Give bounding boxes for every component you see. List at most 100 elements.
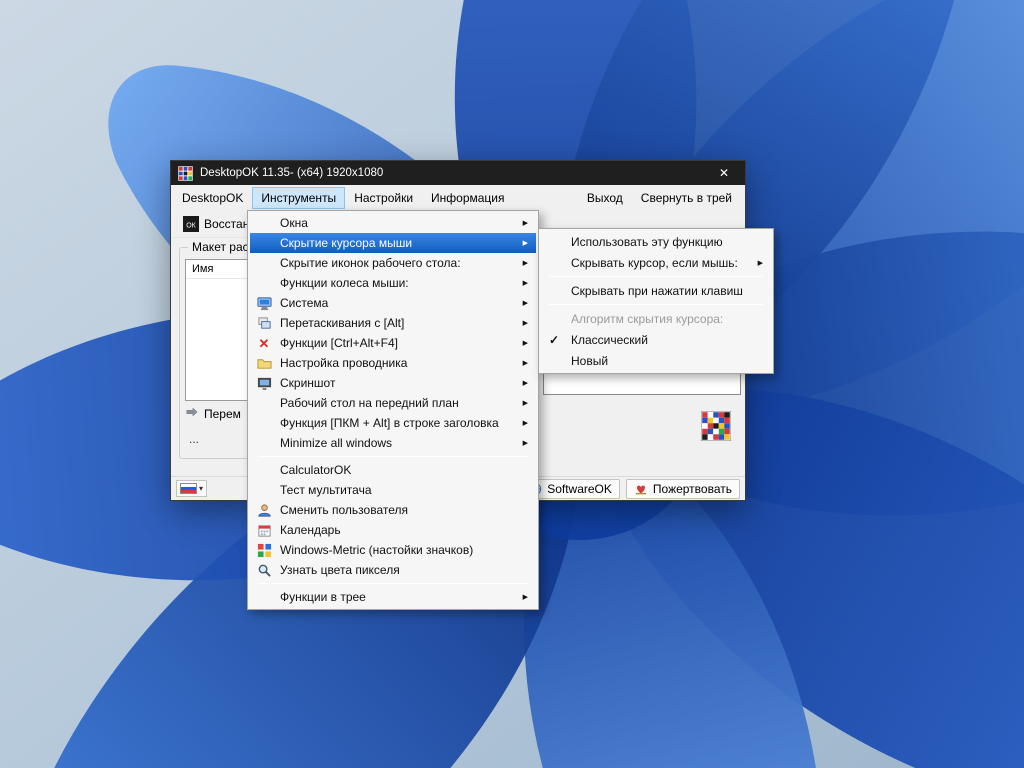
donate-button[interactable]: Пожертвовать bbox=[625, 478, 740, 499]
submenu-arrow-icon: ▶ bbox=[522, 220, 528, 227]
menubar-item-desktopok[interactable]: DesktopOK bbox=[173, 187, 252, 209]
submenu-arrow-icon: ▶ bbox=[522, 440, 528, 447]
menu-item-label: Функции [Ctrl+Alt+F4] bbox=[280, 336, 398, 350]
softwareok-label: SoftwareOK bbox=[547, 481, 612, 496]
submenu-item-use-function[interactable]: Использовать эту функцию bbox=[541, 231, 771, 252]
submenu-arrow-icon: ▶ bbox=[522, 300, 528, 307]
user-icon bbox=[256, 502, 272, 518]
menu-item-label: Скрывать при нажатии клавиш bbox=[571, 283, 743, 298]
menu-item-minimize-all[interactable]: Minimize all windows ▶ bbox=[250, 433, 536, 453]
menubar-item-exit[interactable]: Выход bbox=[578, 187, 632, 209]
checkmark-icon: ✓ bbox=[549, 332, 560, 347]
submenu-arrow-icon: ▶ bbox=[522, 380, 528, 387]
app-icon bbox=[177, 165, 194, 181]
donate-icon bbox=[634, 482, 648, 496]
menu-item-label: Windows-Metric (настойки значков) bbox=[280, 543, 474, 557]
menu-item-hide-desktop-icons[interactable]: Скрытие иконок рабочего стола: ▶ bbox=[250, 253, 536, 273]
menu-item-calendar[interactable]: Календарь bbox=[250, 520, 536, 540]
language-flag-icon bbox=[180, 483, 197, 494]
menu-item-explorer-settings[interactable]: Настройка проводника ▶ bbox=[250, 353, 536, 373]
menu-item-multitouch-test[interactable]: Тест мультитача bbox=[250, 480, 536, 500]
system-icon bbox=[256, 295, 272, 311]
menu-separator bbox=[258, 583, 528, 584]
menu-item-hide-cursor[interactable]: Скрытие курсора мыши ▶ bbox=[250, 233, 536, 253]
menubar-item-tools[interactable]: Инструменты bbox=[252, 186, 346, 209]
submenu-arrow-icon: ▶ bbox=[522, 360, 528, 367]
screenshot-icon bbox=[256, 375, 272, 391]
submenu-arrow-icon: ▶ bbox=[757, 259, 763, 267]
menu-item-ctrl-alt-f4[interactable]: ✕ Функции [Ctrl+Alt+F4] ▶ bbox=[250, 333, 536, 353]
menu-item-label: CalculatorOK bbox=[280, 463, 352, 477]
menu-item-label: Функции колеса мыши: bbox=[280, 276, 409, 290]
menu-item-drag-alt[interactable]: Перетаскивания с [Alt] ▶ bbox=[250, 313, 536, 333]
menu-item-windows-metric[interactable]: Windows-Metric (настойки значков) bbox=[250, 540, 536, 560]
menu-item-windows[interactable]: Окна ▶ bbox=[250, 213, 536, 233]
menu-item-calculatorok[interactable]: CalculatorOK bbox=[250, 460, 536, 480]
ellipsis-label: ... bbox=[189, 432, 200, 446]
explorer-icon bbox=[256, 355, 272, 371]
hide-cursor-submenu: Использовать эту функцию Скрывать курсор… bbox=[538, 228, 774, 374]
calendar-icon bbox=[256, 522, 272, 538]
submenu-arrow-icon: ▶ bbox=[522, 340, 528, 347]
submenu-item-classic[interactable]: ✓ Классический bbox=[541, 329, 771, 350]
menu-item-system[interactable]: Система ▶ bbox=[250, 293, 536, 313]
submenu-arrow-icon: ▶ bbox=[522, 594, 528, 601]
menubar: DesktopOK Инструменты Настройки Информац… bbox=[171, 185, 745, 210]
submenu-arrow-icon: ▶ bbox=[522, 280, 528, 287]
magnifier-icon bbox=[256, 562, 272, 578]
desktopok-logo bbox=[700, 410, 732, 442]
dropdown-arrow-icon: ▾ bbox=[199, 484, 204, 493]
menubar-item-settings[interactable]: Настройки bbox=[345, 187, 422, 209]
menu-item-screenshot[interactable]: Скриншот ▶ bbox=[250, 373, 536, 393]
menubar-item-minimize-to-tray[interactable]: Свернуть в трей bbox=[632, 187, 741, 209]
menu-item-label: Новый bbox=[571, 353, 609, 368]
menu-item-label: Функции в трее bbox=[280, 590, 366, 604]
menu-item-pixel-color[interactable]: Узнать цвета пикселя bbox=[250, 560, 536, 580]
menu-item-label: Функция [ПКМ + Alt] в строке заголовка bbox=[280, 416, 499, 430]
submenu-item-hide-on-keys[interactable]: Скрывать при нажатии клавиш bbox=[541, 280, 771, 301]
menu-item-mouse-wheel[interactable]: Функции колеса мыши: ▶ bbox=[250, 273, 536, 293]
move-row[interactable]: Перем bbox=[185, 405, 241, 422]
menu-item-label: Система bbox=[280, 296, 329, 310]
menu-item-label: Календарь bbox=[280, 523, 341, 537]
drag-windows-icon bbox=[256, 315, 272, 331]
menubar-item-info[interactable]: Информация bbox=[422, 187, 513, 209]
metric-icon bbox=[256, 542, 272, 558]
menu-item-titlebar-rmb-alt[interactable]: Функция [ПКМ + Alt] в строке заголовка ▶ bbox=[250, 413, 536, 433]
submenu-item-hide-if-mouse[interactable]: Скрывать курсор, если мышь: ▶ bbox=[541, 252, 771, 273]
close-button[interactable]: ✕ bbox=[703, 161, 745, 185]
submenu-arrow-icon: ▶ bbox=[522, 420, 528, 427]
submenu-item-new[interactable]: Новый bbox=[541, 350, 771, 371]
menu-item-label: Скриншот bbox=[280, 376, 336, 390]
layout-name-input[interactable] bbox=[543, 373, 741, 395]
restore-ok-icon: ОК bbox=[183, 215, 199, 232]
language-selector[interactable]: ▾ bbox=[176, 480, 208, 497]
menu-separator bbox=[549, 276, 763, 277]
menu-item-label: Классический bbox=[571, 332, 648, 347]
menu-item-label: Скрывать курсор, если мышь: bbox=[571, 255, 738, 270]
submenu-arrow-icon: ▶ bbox=[522, 400, 528, 407]
menu-item-label: Рабочий стол на передний план bbox=[280, 396, 459, 410]
move-label: Перем bbox=[204, 406, 241, 421]
tools-dropdown-menu: Окна ▶ Скрытие курсора мыши ▶ Скрытие ик… bbox=[247, 210, 539, 610]
menu-item-label: Настройка проводника bbox=[280, 356, 408, 370]
menu-separator bbox=[549, 304, 763, 305]
menu-item-switch-user[interactable]: Сменить пользователя bbox=[250, 500, 536, 520]
menu-separator bbox=[258, 456, 528, 457]
window-title: DesktopOK 11.35- (x64) 1920x1080 bbox=[200, 167, 384, 179]
titlebar[interactable]: DesktopOK 11.35- (x64) 1920x1080 ✕ bbox=[171, 161, 745, 185]
menu-item-label: Сменить пользователя bbox=[280, 503, 408, 517]
menu-item-label: Minimize all windows bbox=[280, 436, 393, 450]
menu-item-label: Скрытие курсора мыши bbox=[280, 236, 413, 250]
menu-item-desktop-foreground[interactable]: Рабочий стол на передний план ▶ bbox=[250, 393, 536, 413]
red-x-icon: ✕ bbox=[258, 335, 270, 351]
submenu-arrow-icon: ▶ bbox=[522, 260, 528, 267]
menu-item-label: Окна bbox=[280, 216, 308, 230]
menu-item-label: Скрытие иконок рабочего стола: bbox=[280, 256, 461, 270]
donate-label: Пожертвовать bbox=[652, 481, 732, 496]
submenu-arrow-icon: ▶ bbox=[522, 320, 528, 327]
move-arrow-icon bbox=[185, 405, 199, 422]
menu-item-label: Алгоритм скрытия курсора: bbox=[571, 311, 724, 326]
menu-item-tray-functions[interactable]: Функции в трее ▶ bbox=[250, 587, 536, 607]
menu-item-label: Перетаскивания с [Alt] bbox=[280, 316, 405, 330]
